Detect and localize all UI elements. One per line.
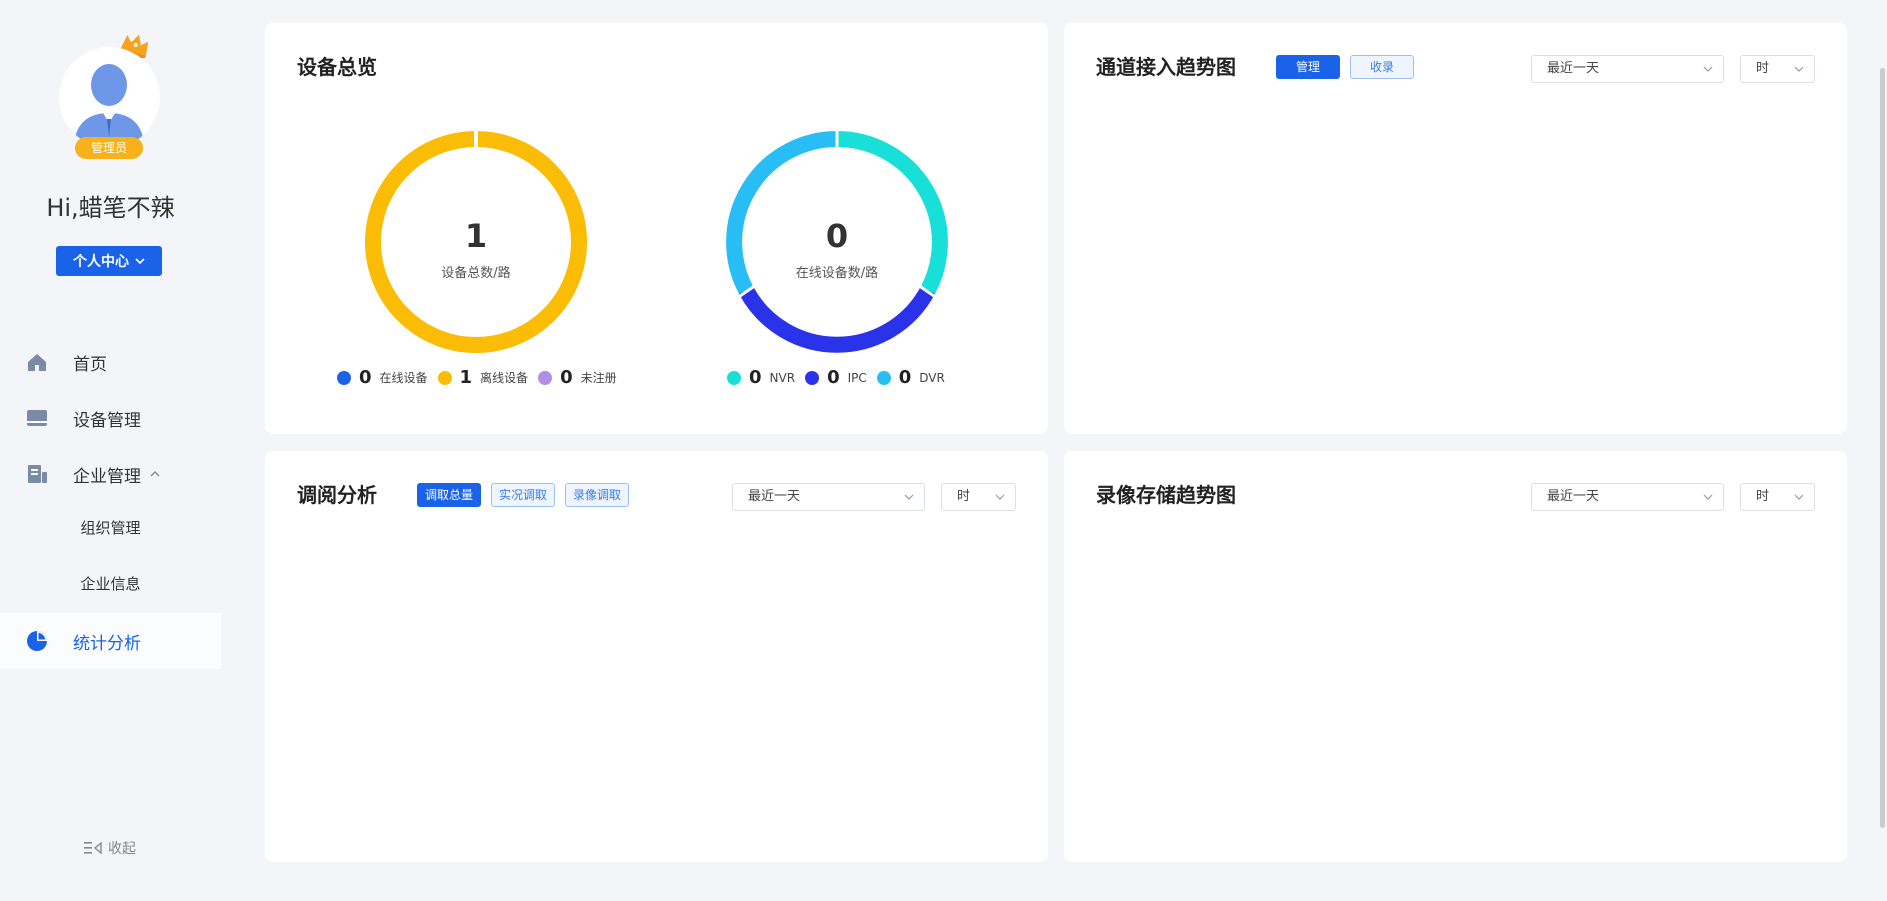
collapse-button[interactable]: 收起 (84, 838, 136, 858)
total-devices-label: 设备总数/路 (441, 266, 511, 281)
range-select-value: 最近一天 (1547, 61, 1600, 76)
unit-select[interactable]: 时 (1740, 483, 1815, 511)
legend-value: 0 (359, 367, 372, 388)
total-devices-value: 1 (464, 217, 488, 255)
online-devices-label: 在线设备数/路 (795, 266, 879, 281)
unit-select[interactable]: 时 (1740, 55, 1815, 83)
legend-dot (805, 370, 820, 385)
status-legend: 0 在线设备 1 离线设备 0 未注册 (337, 367, 627, 388)
device-icon (27, 410, 47, 426)
legend-dot (337, 370, 351, 385)
sub-item-organization[interactable]: 组织管理 (0, 508, 221, 548)
range-select-value: 最近一天 (1547, 489, 1600, 504)
tab-manage[interactable]: 管理 (1276, 55, 1340, 79)
device-overview-card: 设备总览 1 设备总数/路 0 在线设备数/路 0 在线设备 1 离线设备 0 … (265, 23, 1048, 434)
nav-item-home[interactable]: 首页 (0, 334, 221, 390)
unit-select-value: 时 (957, 489, 971, 504)
legend-label: 在线设备 (379, 371, 428, 385)
nav-item-enterprise-management[interactable]: 企业管理 (0, 446, 221, 502)
collapse-label: 收起 (108, 841, 136, 857)
legend-label: 离线设备 (480, 371, 529, 385)
card-title: 录像存储趋势图 (1096, 483, 1236, 507)
legend-value: 0 (898, 367, 912, 388)
card-title: 通道接入趋势图 (1096, 55, 1236, 79)
storage-trend-card: 录像存储趋势图 最近一天 时 (1064, 451, 1847, 862)
unit-select[interactable]: 时 (941, 483, 1016, 511)
role-badge: 管理员 (75, 137, 143, 159)
card-title: 调阅分析 (297, 483, 377, 507)
range-select[interactable]: 最近一天 (1531, 483, 1724, 511)
legend-value: 1 (459, 367, 473, 388)
legend-label: 未注册 (580, 371, 617, 385)
avatar[interactable] (59, 47, 160, 148)
channel-trend-card: 通道接入趋势图 管理 收录 最近一天 时 (1064, 23, 1847, 434)
chevron-down-icon (1703, 494, 1713, 500)
nav-label: 设备管理 (73, 410, 141, 431)
chevron-up-icon (150, 471, 160, 477)
chevron-down-icon (1794, 494, 1804, 500)
legend-dot (538, 370, 553, 385)
enterprise-icon (28, 465, 47, 483)
sub-item-enterprise-info[interactable]: 企业信息 (0, 564, 221, 604)
chevron-down-icon (1794, 66, 1804, 72)
type-legend: 0 NVR 0 IPC 0 DVR (727, 367, 955, 388)
sidebar: 管理员 Hi,蜡笔不辣 个人中心 首页 设备管理 企业管理 组织管理 企业信息 (0, 0, 221, 901)
user-avatar-icon (74, 64, 144, 148)
legend-value: 0 (827, 367, 840, 388)
legend-value: 0 (560, 367, 573, 388)
nav-label: 首页 (73, 354, 107, 375)
legend-label: NVR (769, 370, 796, 385)
tab-total[interactable]: 调取总量 (417, 483, 481, 507)
legend-label: DVR (919, 370, 945, 385)
home-icon (28, 354, 46, 371)
legend-value: 0 (749, 367, 762, 388)
collapse-icon (84, 841, 102, 855)
tab-record[interactable]: 收录 (1350, 55, 1414, 79)
nav-item-device-management[interactable]: 设备管理 (0, 390, 221, 446)
legend-dot (727, 370, 741, 385)
chevron-down-icon (1703, 66, 1713, 72)
chevron-down-icon (904, 494, 914, 500)
legend-dot (876, 370, 891, 385)
greeting: Hi,蜡笔不辣 (46, 194, 175, 222)
unit-select-value: 时 (1756, 61, 1770, 76)
range-select-value: 最近一天 (748, 489, 801, 504)
tab-live[interactable]: 实况调取 (491, 483, 555, 507)
nav-item-statistics[interactable]: 统计分析 (0, 613, 221, 669)
personal-center-label: 个人中心 (73, 254, 129, 270)
nav-label: 企业管理 (73, 466, 141, 487)
unit-select-value: 时 (1756, 489, 1770, 504)
pie-chart-icon (27, 631, 47, 651)
range-select[interactable]: 最近一天 (732, 483, 925, 511)
card-title: 设备总览 (297, 55, 377, 79)
page-scrollbar[interactable] (1880, 68, 1885, 828)
chevron-down-icon (995, 494, 1005, 500)
range-select[interactable]: 最近一天 (1531, 55, 1724, 83)
online-devices-value: 0 (825, 217, 849, 255)
review-analysis-card: 调阅分析 调取总量 实况调取 录像调取 最近一天 时 (265, 451, 1048, 862)
chevron-down-icon (135, 258, 145, 265)
personal-center-button[interactable]: 个人中心 (56, 246, 162, 276)
legend-dot (437, 370, 452, 385)
legend-label: IPC (847, 370, 867, 385)
nav-label: 统计分析 (73, 633, 141, 654)
tab-playback[interactable]: 录像调取 (565, 483, 629, 507)
